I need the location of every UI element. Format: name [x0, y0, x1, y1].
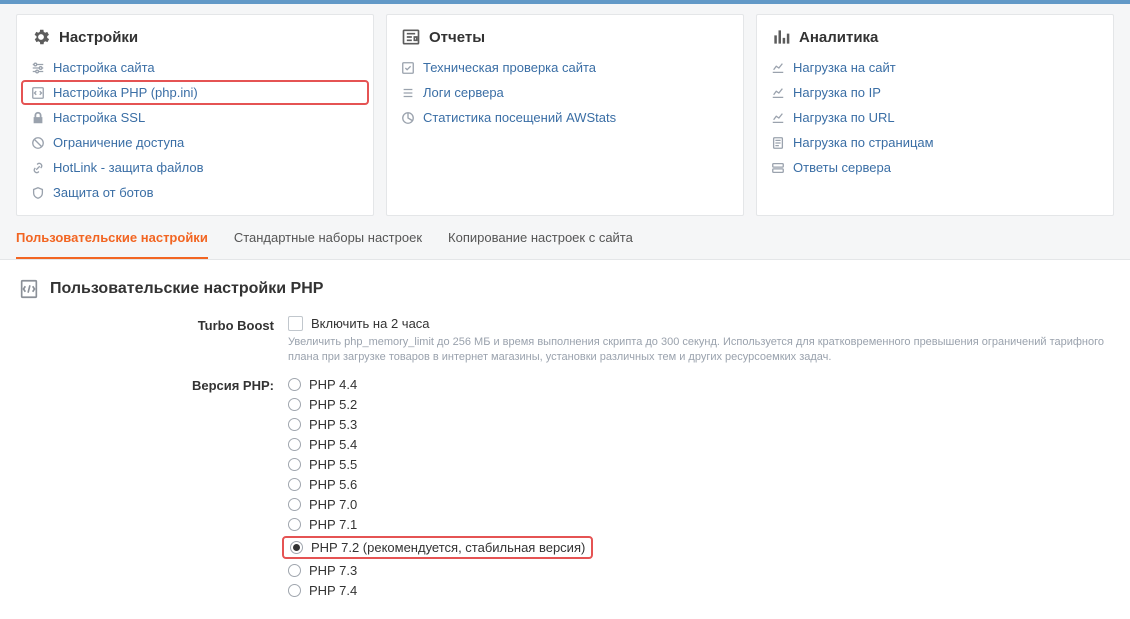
radio-label: PHP 4.4: [309, 377, 357, 392]
php-version-radio[interactable]: PHP 4.4: [288, 376, 1112, 393]
php-version-radio[interactable]: PHP 5.4: [288, 436, 1112, 453]
radio-icon: [288, 378, 301, 391]
nav-label: Ограничение доступа: [53, 135, 184, 150]
nav-label: Статистика посещений AWStats: [423, 110, 616, 125]
nav-label: Защита от ботов: [53, 185, 154, 200]
nav-label: Нагрузка на сайт: [793, 60, 896, 75]
radio-icon: [288, 564, 301, 577]
nav-awstats[interactable]: Статистика посещений AWStats: [391, 105, 739, 130]
nav-tech-check[interactable]: Техническая проверка сайта: [391, 55, 739, 80]
php-version-radio[interactable]: PHP 7.4: [288, 582, 1112, 599]
nav-access-restriction[interactable]: Ограничение доступа: [21, 130, 369, 155]
nav-php-settings[interactable]: Настройка PHP (php.ini): [21, 80, 369, 105]
php-version-radio[interactable]: PHP 7.0: [288, 496, 1112, 513]
turbo-help: Увеличить php_memory_limit до 256 МБ и в…: [288, 335, 1112, 366]
radio-label: PHP 5.5: [309, 457, 357, 472]
radio-icon: [288, 398, 301, 411]
nav-load-url[interactable]: Нагрузка по URL: [761, 105, 1109, 130]
chart-line-icon: [771, 111, 785, 125]
card-settings: Настройки Настройка сайта Настройка PHP …: [16, 14, 374, 216]
lock-icon: [31, 111, 45, 125]
radio-label: PHP 7.4: [309, 583, 357, 598]
nav-load-ip[interactable]: Нагрузка по IP: [761, 80, 1109, 105]
nav-load-pages[interactable]: Нагрузка по страницам: [761, 130, 1109, 155]
radio-label: PHP 7.3: [309, 563, 357, 578]
nav-label: Логи сервера: [423, 85, 504, 100]
ban-icon: [31, 136, 45, 150]
radio-label: PHP 7.2 (рекомендуется, стабильная верси…: [311, 540, 585, 555]
php-version-radio[interactable]: PHP 7.1: [288, 516, 1112, 533]
chart-line-icon: [771, 61, 785, 75]
shield-icon: [31, 186, 45, 200]
radio-icon: [290, 541, 303, 554]
card-title: Аналитика: [799, 29, 878, 46]
radio-icon: [288, 418, 301, 431]
nav-label: Нагрузка по URL: [793, 110, 895, 125]
radio-label: PHP 7.1: [309, 517, 357, 532]
chart-line-icon: [771, 86, 785, 100]
page-icon: [771, 136, 785, 150]
nav-label: Нагрузка по страницам: [793, 135, 934, 150]
nav-hotlink[interactable]: HotLink - защита файлов: [21, 155, 369, 180]
turbo-checkbox[interactable]: [288, 316, 303, 331]
php-version-radio[interactable]: PHP 5.2: [288, 396, 1112, 413]
radio-label: PHP 7.0: [309, 497, 357, 512]
pie-icon: [401, 111, 415, 125]
nav-site-settings[interactable]: Настройка сайта: [21, 55, 369, 80]
turbo-checkbox-label: Включить на 2 часа: [311, 316, 430, 331]
check-icon: [401, 61, 415, 75]
tab-standard-sets[interactable]: Стандартные наборы настроек: [234, 220, 422, 259]
card-title: Отчеты: [429, 29, 485, 46]
nav-label: Настройка SSL: [53, 110, 145, 125]
nav-server-responses[interactable]: Ответы сервера: [761, 155, 1109, 180]
radio-label: PHP 5.4: [309, 437, 357, 452]
radio-icon: [288, 478, 301, 491]
nav-label: Настройка сайта: [53, 60, 155, 75]
code-icon: [31, 86, 45, 100]
link-icon: [31, 161, 45, 175]
php-version-label: Версия PHP:: [18, 376, 288, 393]
bar-chart-icon: [771, 27, 791, 47]
nav-bot-protection[interactable]: Защита от ботов: [21, 180, 369, 205]
tab-copy-settings[interactable]: Копирование настроек с сайта: [448, 220, 633, 259]
php-version-radio[interactable]: PHP 5.5: [288, 456, 1112, 473]
nav-label: HotLink - защита файлов: [53, 160, 203, 175]
tabs: Пользовательские настройки Стандартные н…: [0, 216, 1130, 260]
nav-site-load[interactable]: Нагрузка на сайт: [761, 55, 1109, 80]
nav-label: Нагрузка по IP: [793, 85, 881, 100]
radio-icon: [288, 498, 301, 511]
gear-icon: [31, 27, 51, 47]
nav-label: Настройка PHP (php.ini): [53, 85, 198, 100]
sliders-icon: [31, 61, 45, 75]
radio-icon: [288, 438, 301, 451]
php-version-radio[interactable]: PHP 5.6: [288, 476, 1112, 493]
card-title: Настройки: [59, 29, 138, 46]
tab-user-settings[interactable]: Пользовательские настройки: [16, 220, 208, 259]
turbo-label: Turbo Boost: [18, 316, 288, 333]
section-title: Пользовательские настройки PHP: [50, 280, 323, 298]
card-analytics: Аналитика Нагрузка на сайт Нагрузка по I…: [756, 14, 1114, 216]
server-icon: [771, 161, 785, 175]
newspaper-icon: [401, 27, 421, 47]
radio-icon: [288, 518, 301, 531]
radio-label: PHP 5.6: [309, 477, 357, 492]
list-icon: [401, 86, 415, 100]
radio-label: PHP 5.3: [309, 417, 357, 432]
nav-label: Техническая проверка сайта: [423, 60, 596, 75]
card-reports: Отчеты Техническая проверка сайта Логи с…: [386, 14, 744, 216]
php-version-radio[interactable]: PHP 7.3: [288, 562, 1112, 579]
nav-label: Ответы сервера: [793, 160, 891, 175]
radio-icon: [288, 458, 301, 471]
nav-ssl-settings[interactable]: Настройка SSL: [21, 105, 369, 130]
php-version-radio[interactable]: PHP 7.2 (рекомендуется, стабильная верси…: [282, 536, 593, 559]
nav-server-logs[interactable]: Логи сервера: [391, 80, 739, 105]
php-version-radio[interactable]: PHP 5.3: [288, 416, 1112, 433]
radio-label: PHP 5.2: [309, 397, 357, 412]
php-file-icon: [18, 278, 40, 300]
radio-icon: [288, 584, 301, 597]
